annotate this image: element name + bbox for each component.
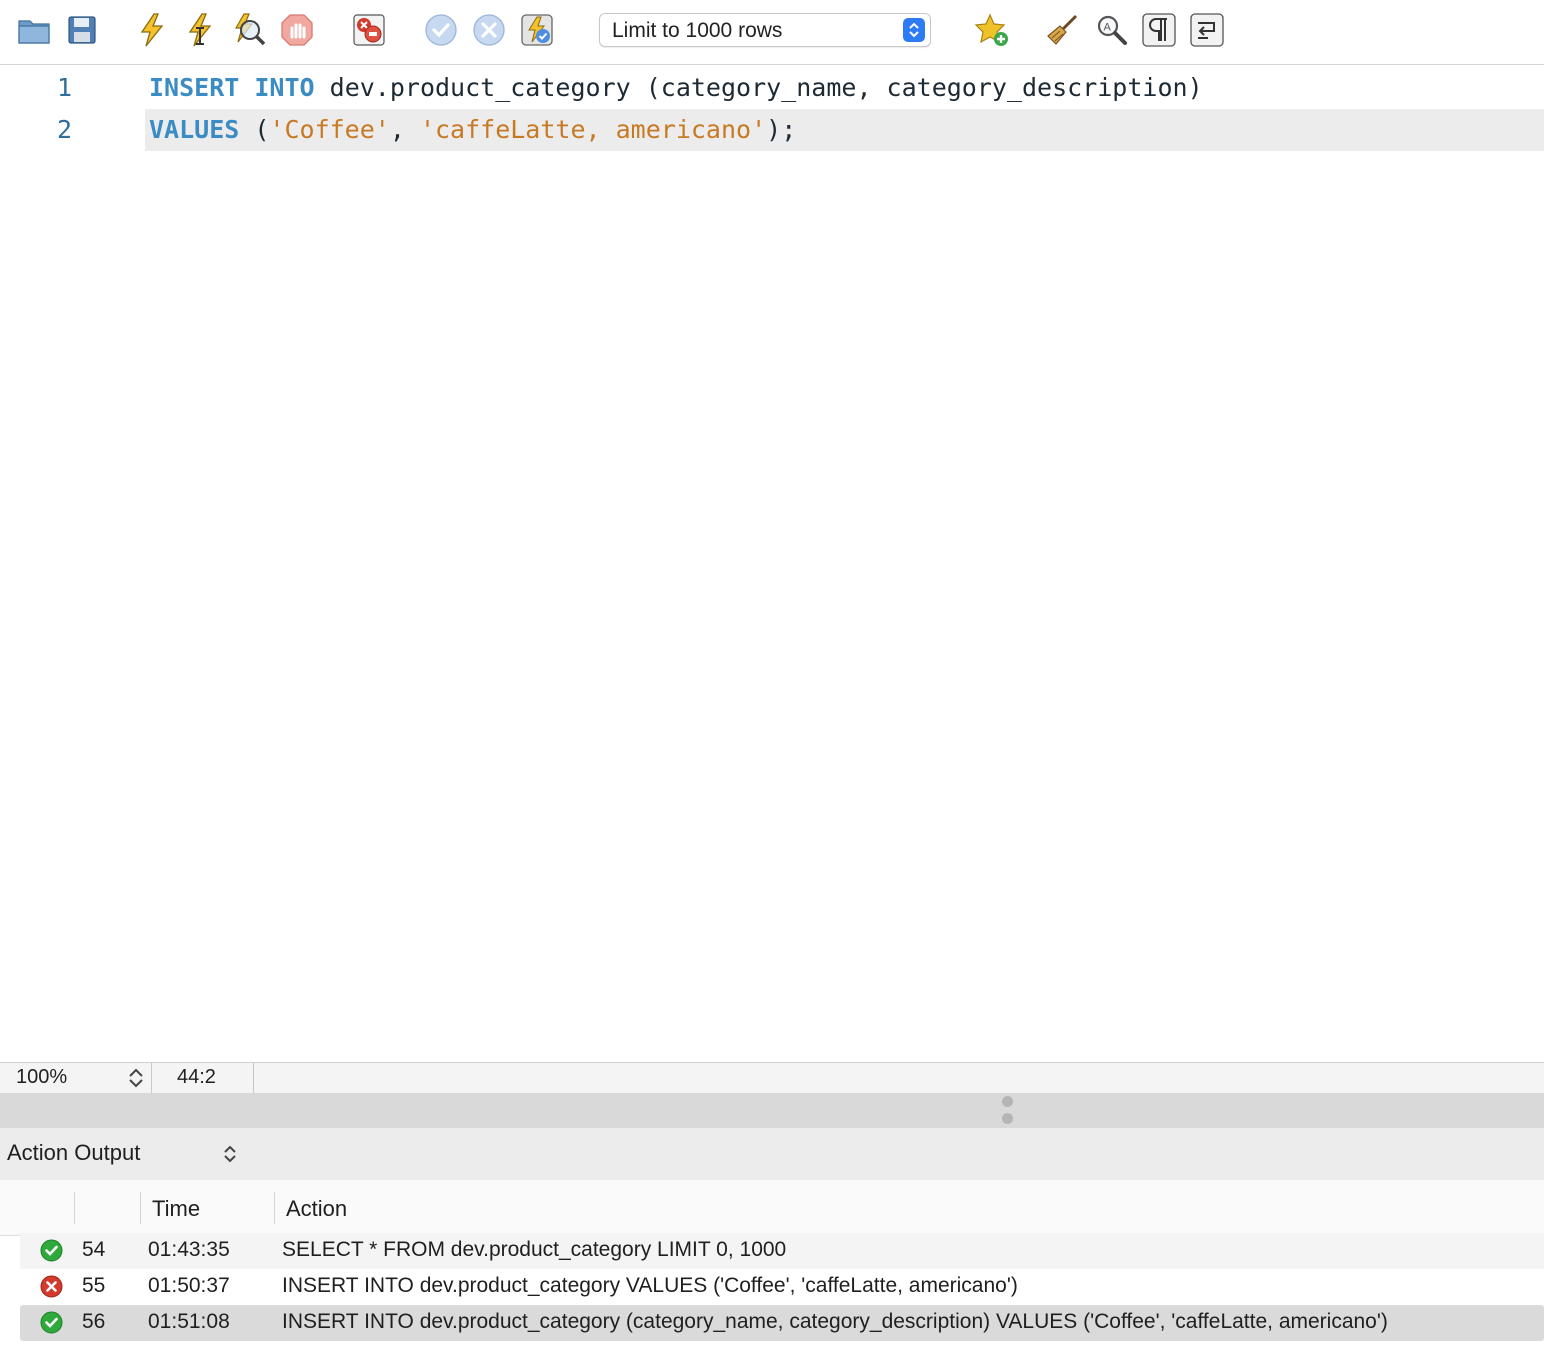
- limit-rows-select[interactable]: Limit to 1000 rows: [599, 13, 931, 47]
- error-status-icon: [40, 1275, 63, 1298]
- row-number: 55: [82, 1274, 106, 1297]
- output-row-selected[interactable]: 56 01:51:08 INSERT INTO dev.product_cate…: [20, 1305, 1544, 1341]
- code-line: INSERT INTO dev.product_category (catego…: [149, 73, 1203, 102]
- output-row[interactable]: 55 01:50:37 INSERT INTO dev.product_cate…: [20, 1269, 1544, 1305]
- editor-status-bar: 100% 44:2: [0, 1062, 1544, 1093]
- row-time: 01:50:37: [148, 1274, 230, 1297]
- output-row[interactable]: 54 01:43:35 SELECT * FROM dev.product_ca…: [20, 1233, 1544, 1269]
- row-number: 54: [82, 1238, 106, 1261]
- sql-string: 'caffeLatte, americano': [419, 115, 767, 144]
- execute-current-statement-icon[interactable]: [182, 12, 218, 48]
- sql-editor[interactable]: 1 INSERT INTO dev.product_category (cate…: [0, 65, 1544, 1061]
- divider: [253, 1063, 254, 1093]
- code-text: );: [766, 115, 797, 144]
- limit-rows-value: Limit to 1000 rows: [612, 19, 783, 42]
- toolbar: Limit to 1000 rows A: [0, 0, 1544, 65]
- code-text: ,: [389, 115, 420, 144]
- beautify-broom-icon[interactable]: [1044, 12, 1080, 48]
- editor-line-active[interactable]: 2 VALUES ('Coffee', 'caffeLatte, america…: [0, 109, 1544, 151]
- cursor-position: 44:2: [177, 1066, 216, 1088]
- editor-line[interactable]: 1 INSERT INTO dev.product_category (cate…: [0, 67, 1544, 109]
- add-snippet-star-icon[interactable]: [974, 12, 1010, 48]
- success-status-icon: [40, 1239, 63, 1262]
- output-panel-header: Action Output: [0, 1128, 1544, 1180]
- panel-splitter[interactable]: [0, 1093, 1544, 1128]
- find-magnifier-icon[interactable]: A: [1093, 12, 1129, 48]
- rollback-x-icon[interactable]: [471, 12, 507, 48]
- sql-keyword: INSERT: [149, 73, 240, 102]
- code-line: VALUES ('Coffee', 'caffeLatte, americano…: [149, 115, 796, 144]
- column-divider[interactable]: [74, 1192, 75, 1224]
- row-time: 01:51:08: [148, 1310, 230, 1333]
- column-header-action[interactable]: Action: [286, 1196, 347, 1222]
- autocommit-toggle-icon[interactable]: [519, 12, 555, 48]
- sql-string: 'Coffee': [269, 115, 390, 144]
- stop-hand-icon[interactable]: [279, 12, 315, 48]
- sql-keyword: VALUES: [149, 115, 240, 144]
- save-icon[interactable]: [64, 12, 100, 48]
- line-number: 1: [56, 73, 72, 102]
- success-status-icon: [40, 1311, 63, 1334]
- row-action: INSERT INTO dev.product_category (catego…: [282, 1310, 1388, 1333]
- column-divider[interactable]: [140, 1192, 141, 1224]
- divider: [151, 1063, 152, 1093]
- row-time: 01:43:35: [148, 1238, 230, 1261]
- row-action: INSERT INTO dev.product_category VALUES …: [282, 1274, 1018, 1297]
- row-action: SELECT * FROM dev.product_category LIMIT…: [282, 1238, 787, 1261]
- code-text: dev.product_category (category_name, cat…: [314, 73, 1203, 102]
- output-table-header: Time Action: [0, 1180, 1544, 1236]
- code-text: (: [239, 115, 270, 144]
- open-folder-icon[interactable]: [16, 12, 52, 48]
- zoom-level: 100%: [16, 1066, 68, 1088]
- column-header-time[interactable]: Time: [152, 1196, 200, 1222]
- zoom-stepper-icon[interactable]: [126, 1066, 146, 1090]
- output-type-selector-icon[interactable]: [222, 1142, 238, 1166]
- svg-text:A: A: [1104, 22, 1112, 34]
- word-wrap-icon[interactable]: [1189, 12, 1225, 48]
- execute-lightning-icon[interactable]: [134, 12, 170, 48]
- grip-dot-icon: [1002, 1113, 1013, 1124]
- sql-keyword: INTO: [254, 73, 315, 102]
- select-arrows-icon: [903, 18, 925, 42]
- output-type-label: Action Output: [7, 1140, 141, 1165]
- grip-dot-icon: [1002, 1096, 1013, 1107]
- column-divider[interactable]: [274, 1192, 275, 1224]
- toggle-stop-on-error-icon[interactable]: [351, 12, 387, 48]
- invisible-characters-pilcrow-icon[interactable]: [1141, 12, 1177, 48]
- row-number: 56: [82, 1310, 106, 1333]
- explain-magnifier-icon[interactable]: [230, 12, 266, 48]
- line-number: 2: [56, 115, 72, 144]
- commit-check-icon[interactable]: [423, 12, 459, 48]
